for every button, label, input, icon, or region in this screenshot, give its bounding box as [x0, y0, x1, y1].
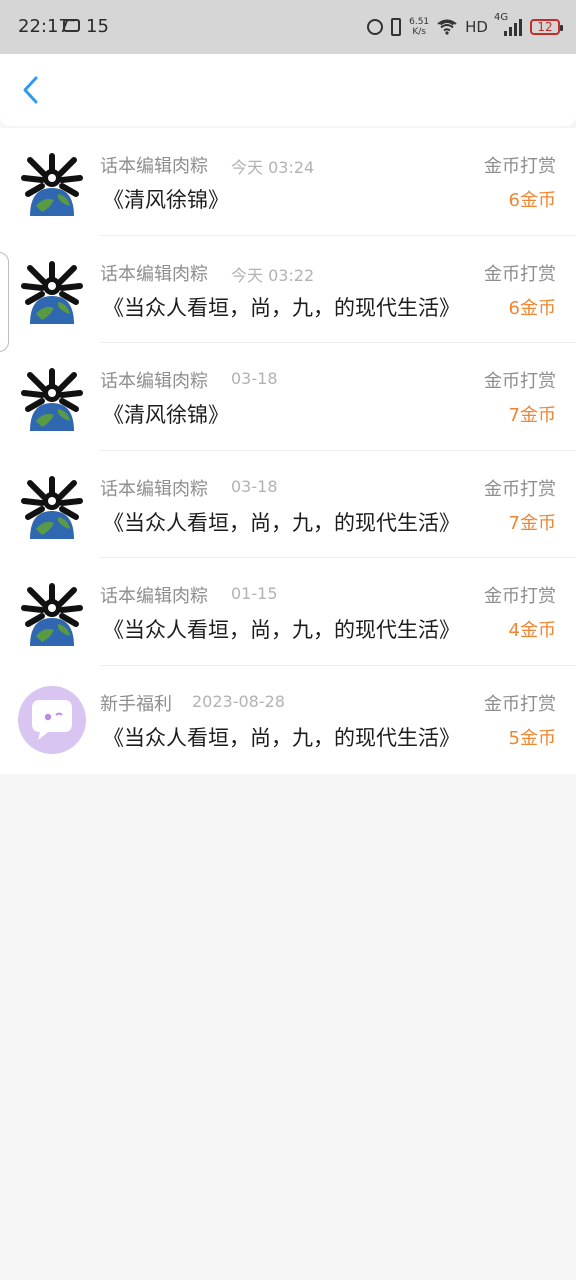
book-title: 《清风徐锦》: [103, 188, 229, 212]
sender-name: 话本编辑肉粽: [100, 586, 208, 608]
globe-creature-avatar: [20, 363, 84, 432]
sender-name: 话本编辑肉粽: [100, 156, 208, 177]
reward-amount: 4金币: [508, 620, 556, 642]
record-time: 今天 03:24: [231, 158, 315, 177]
status-icons: 6.51 K/s HD 4G 12: [367, 12, 563, 42]
battery-icon: 12: [530, 19, 563, 35]
book-title: 《清风徐锦》: [103, 403, 229, 428]
reward-type: 金币打赏: [484, 478, 556, 500]
record-time: 03-18: [231, 476, 278, 496]
reward-amount: 7金币: [508, 405, 556, 427]
network-speed-unit: K/s: [412, 27, 426, 37]
reward-type: 金币打赏: [484, 586, 556, 608]
hd-label: HD: [465, 18, 488, 36]
battery-level: 12: [537, 20, 553, 34]
globe-creature-avatar: [20, 256, 84, 324]
chevron-left-icon: [23, 76, 38, 104]
sender-name: 新手福利: [100, 693, 172, 715]
reward-amount: 5金币: [508, 727, 556, 749]
list-item[interactable]: 话本编辑肉粽 今天 03:22 《当众人看垣，尚，九，的现代生活》 金币打赏 6…: [0, 236, 576, 344]
vibrate-icon: [391, 18, 402, 36]
reward-amount: 6金币: [508, 297, 556, 319]
book-title: 《当众人看垣，尚，九，的现代生活》: [103, 510, 460, 535]
sender-name: 话本编辑肉粽: [100, 478, 208, 500]
list-item[interactable]: 话本编辑肉粽 01-15 《当众人看垣，尚，九，的现代生活》 金币打赏 4金币: [0, 558, 576, 666]
reward-type: 金币打赏: [484, 693, 556, 715]
reward-amount: 7金币: [508, 512, 556, 534]
reward-type: 金币打赏: [484, 371, 556, 393]
globe-creature-avatar: [20, 471, 84, 539]
reward-record-list: 话本编辑肉粽 今天 03:24 《清风徐锦》 金币打赏 6金币 话本编辑肉粽 今…: [0, 128, 576, 774]
book-title: 《当众人看垣，尚，九，的现代生活》: [103, 725, 460, 750]
alarm-icon: [367, 19, 384, 35]
list-item[interactable]: 新手福利 2023-08-28 《当众人看垣，尚，九，的现代生活》 金币打赏 5…: [0, 666, 576, 774]
status-message-count: 15: [86, 16, 109, 37]
list-item[interactable]: 话本编辑肉粽 03-18 《当众人看垣，尚，九，的现代生活》 金币打赏 7金币: [0, 451, 576, 559]
reward-type: 金币打赏: [484, 156, 556, 177]
network-type: 4G: [494, 12, 509, 23]
book-title: 《当众人看垣，尚，九，的现代生活》: [103, 618, 460, 643]
book-title: 《当众人看垣，尚，九，的现代生活》: [103, 295, 460, 320]
sender-name: 话本编辑肉粽: [100, 263, 208, 285]
list-item[interactable]: 话本编辑肉粽 今天 03:24 《清风徐锦》 金币打赏 6金币: [0, 128, 576, 236]
record-time: 01-15: [231, 584, 278, 604]
globe-creature-avatar: [20, 148, 84, 216]
reward-type: 金币打赏: [484, 263, 556, 285]
back-button[interactable]: [14, 72, 50, 108]
chat-bubble-avatar: [18, 685, 86, 754]
sender-name: 话本编辑肉粽: [100, 371, 208, 393]
record-time: 03-18: [231, 369, 278, 389]
signal-icon: 4G: [494, 12, 522, 36]
message-icon: [63, 14, 80, 32]
globe-creature-avatar: [20, 578, 84, 647]
wifi-icon: [437, 19, 458, 35]
list-item[interactable]: 话本编辑肉粽 03-18 《清风徐锦》 金币打赏 7金币: [0, 343, 576, 451]
network-speed: 6.51 K/s: [409, 17, 429, 37]
record-time: 今天 03:22: [231, 265, 315, 285]
reward-amount: 6金币: [508, 190, 556, 211]
status-bar: 22:17 15 6.51 K/s HD 4G 12: [0, 0, 576, 54]
nav-bar: [0, 54, 576, 126]
record-time: 2023-08-28: [192, 691, 285, 711]
network-speed-value: 6.51: [409, 17, 430, 27]
edge-swipe-handle[interactable]: [0, 252, 9, 352]
